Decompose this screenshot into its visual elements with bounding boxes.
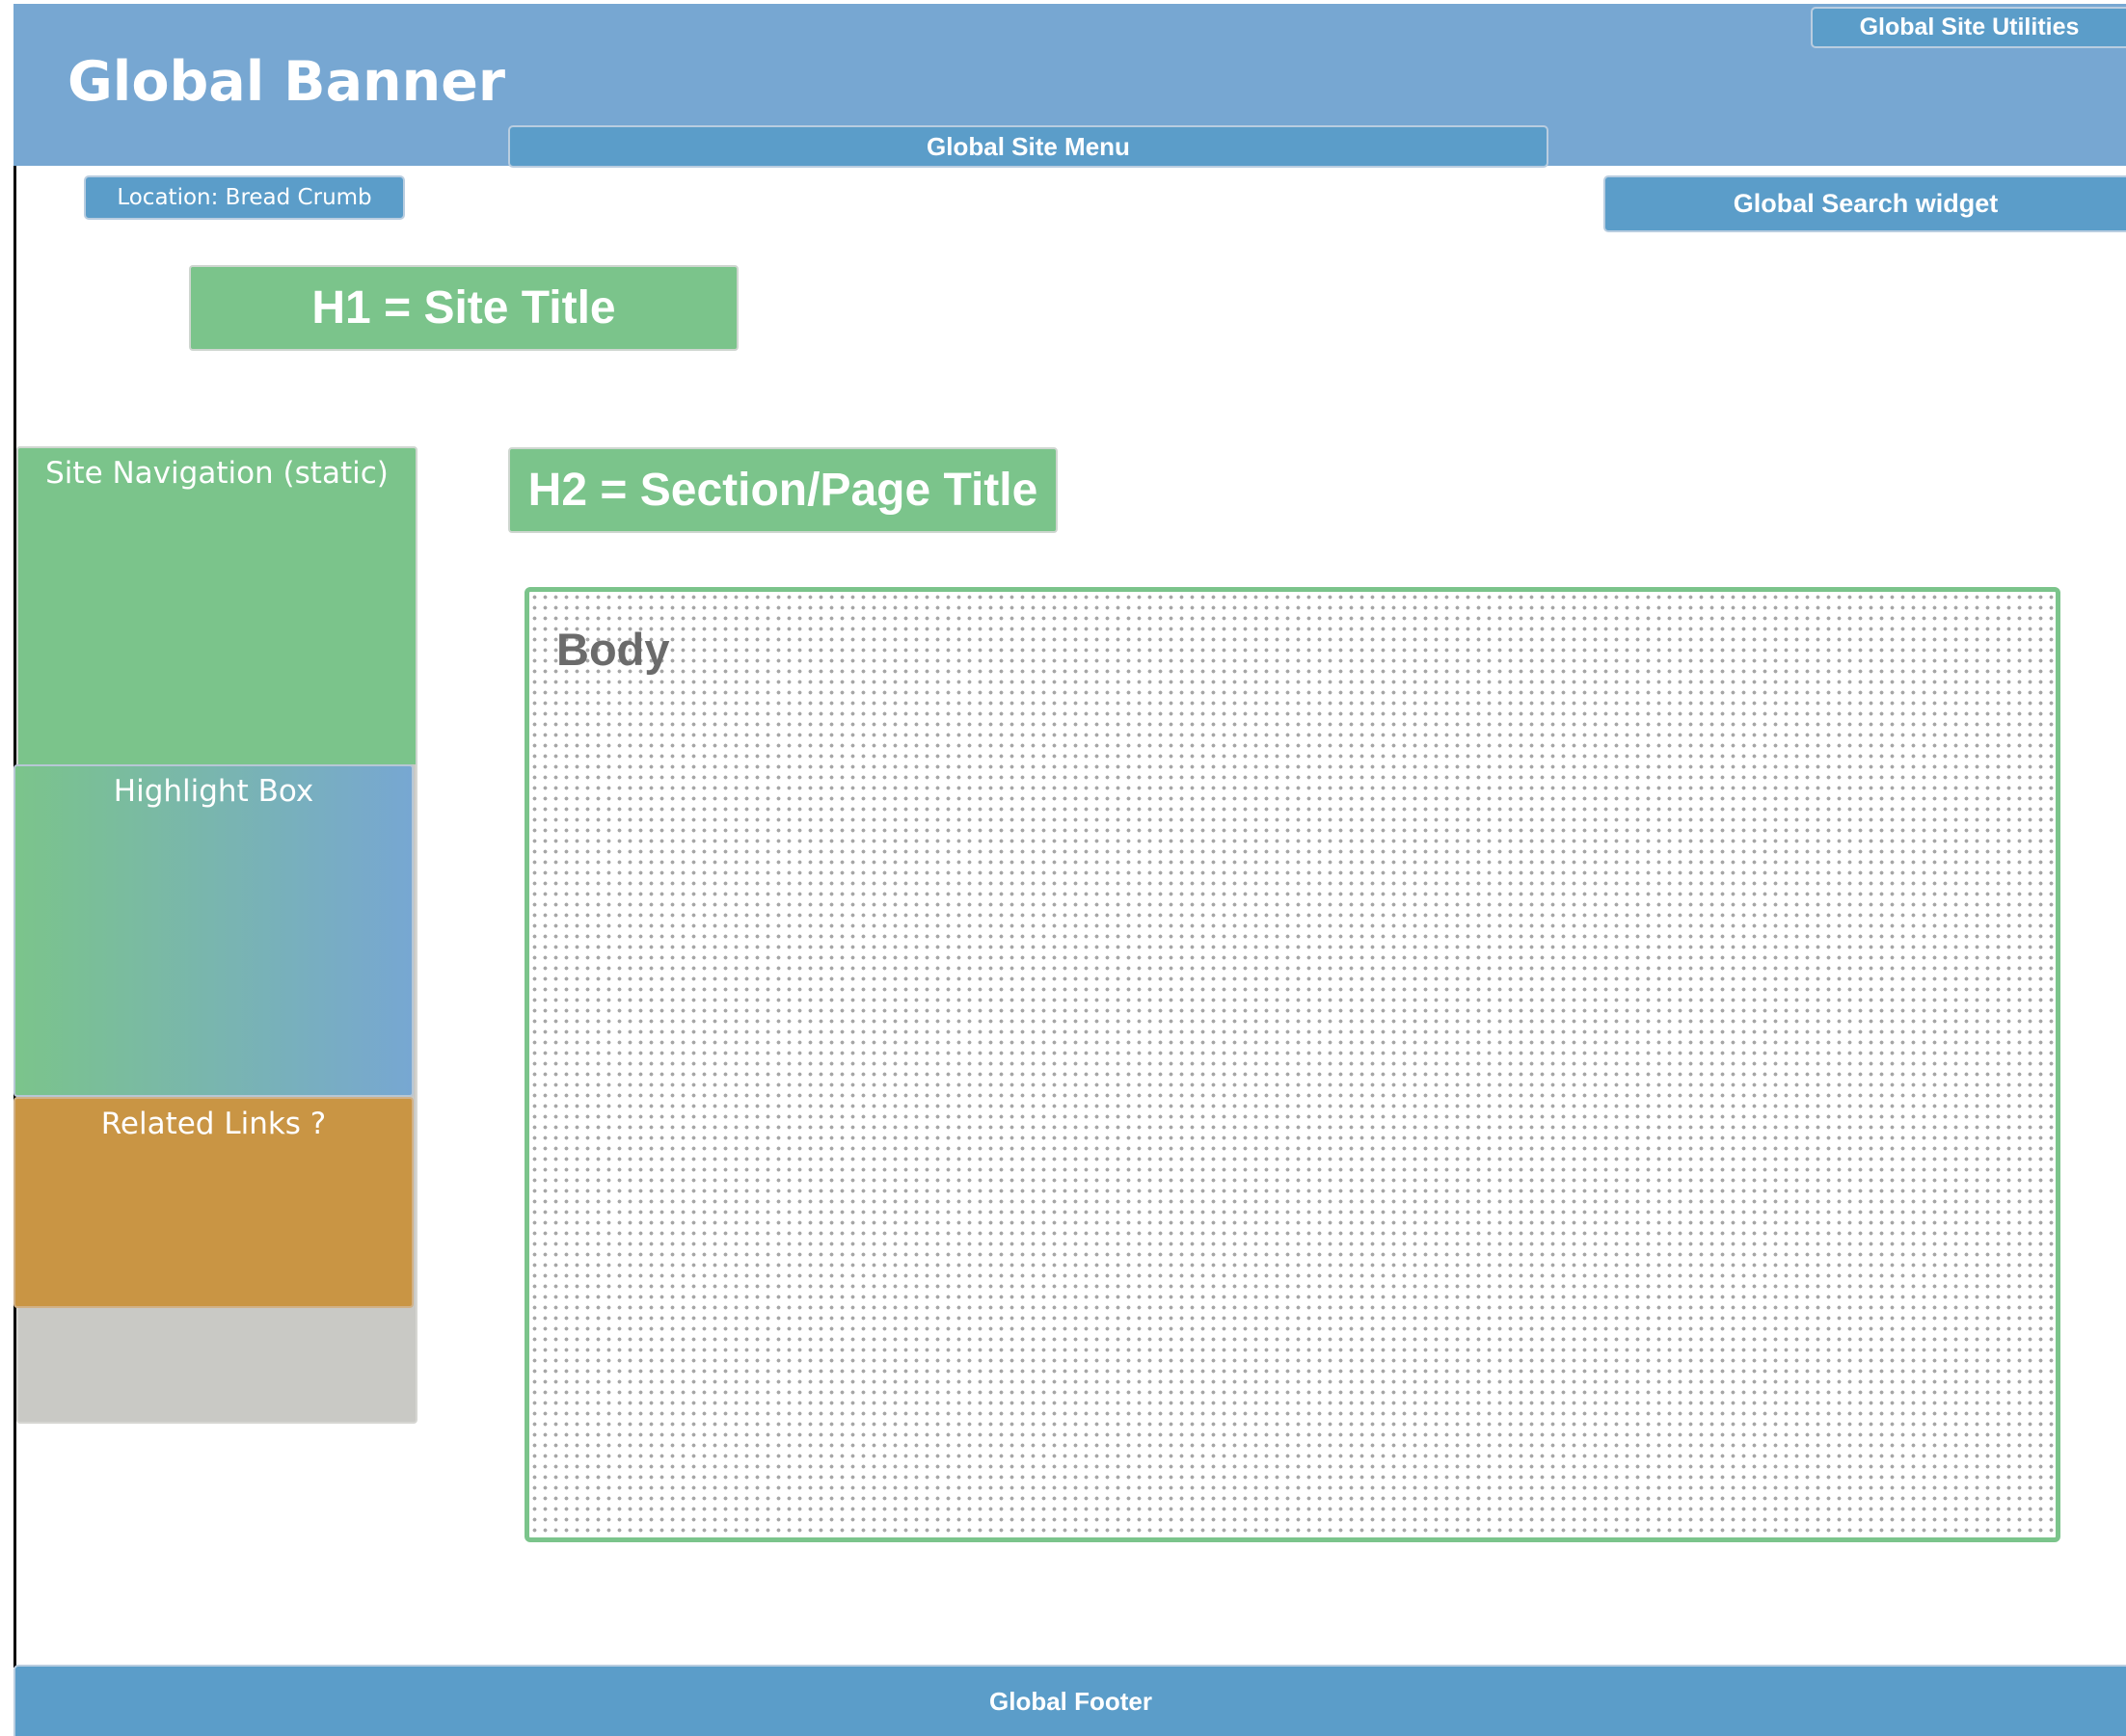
site-title-h1: H1 = Site Title [189,265,739,351]
wireframe-page: Global Banner Global Site Utilities Glob… [0,0,2126,1736]
global-site-menu[interactable]: Global Site Menu [508,125,1548,168]
global-site-utilities[interactable]: Global Site Utilities [1811,7,2126,48]
highlight-box: Highlight Box [13,764,414,1097]
site-navigation-label: Site Navigation (static) [45,456,389,491]
body-label: Body [556,624,670,675]
related-links-panel[interactable]: Related Links ? [13,1097,414,1308]
banner-title: Global Banner [67,50,505,114]
breadcrumb[interactable]: Location: Bread Crumb [84,175,405,220]
section-page-title-h2: H2 = Section/Page Title [508,447,1058,533]
highlight-box-label: Highlight Box [113,774,314,809]
global-search-widget[interactable]: Global Search widget [1603,175,2126,232]
global-footer[interactable]: Global Footer [13,1665,2126,1736]
site-navigation-panel[interactable]: Site Navigation (static) [16,446,417,764]
related-links-label: Related Links ? [100,1107,327,1141]
body-content-area: Body [525,587,2060,1542]
